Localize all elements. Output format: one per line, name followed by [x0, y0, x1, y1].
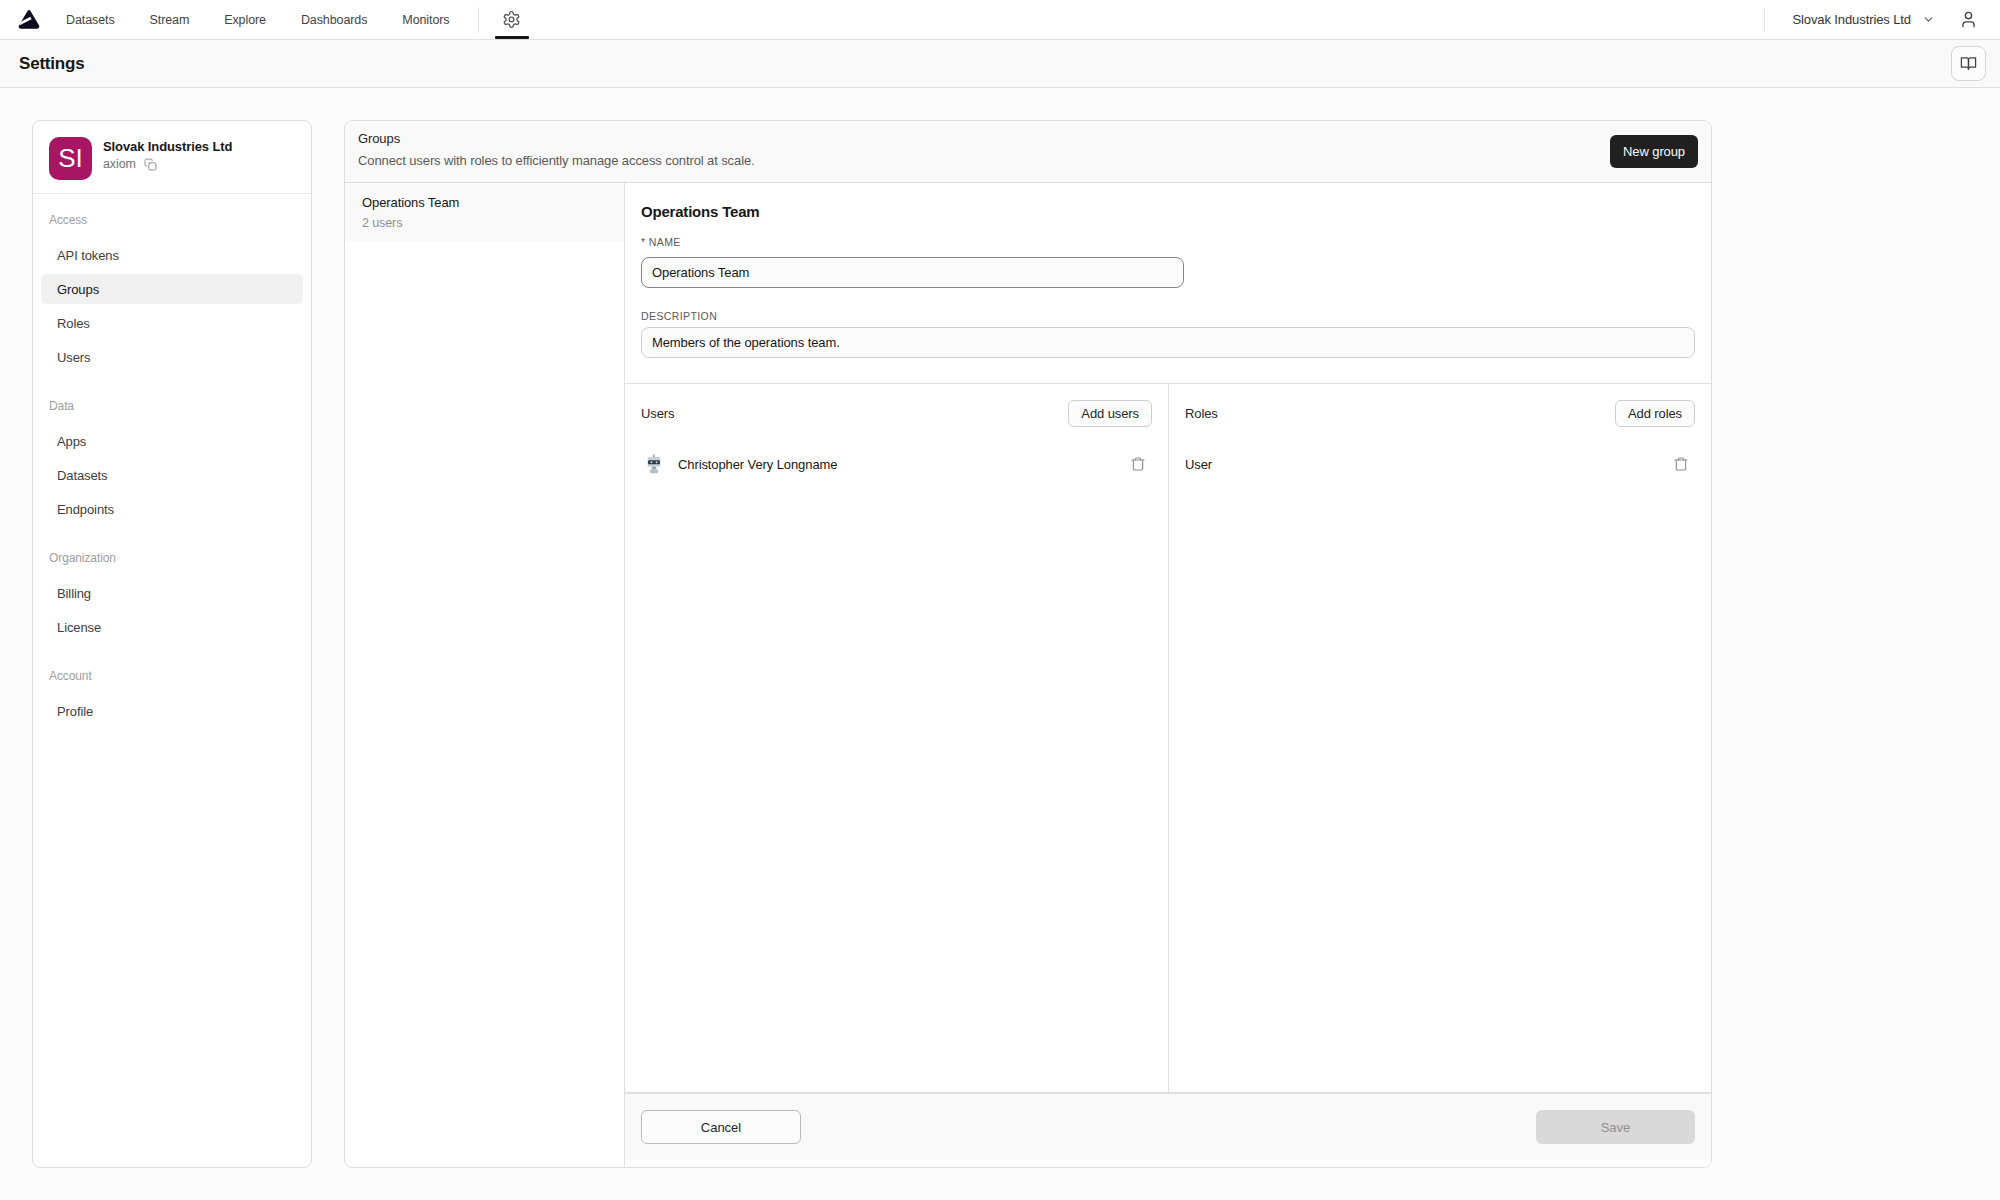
nav-section-access: Access [41, 210, 303, 230]
axiom-logo-icon[interactable] [18, 9, 40, 30]
org-header: SI Slovak Industries Ltd axiom [33, 121, 311, 194]
nav-section-organization: Organization [41, 548, 303, 568]
users-section: Users Add users Christo [625, 384, 1169, 1092]
group-item-name: Operations Team [362, 193, 607, 213]
sidebar-item-endpoints[interactable]: Endpoints [41, 494, 303, 524]
sidebar-item-profile[interactable]: Profile [41, 696, 303, 726]
description-input[interactable] [641, 327, 1695, 358]
remove-user-button[interactable] [1130, 456, 1146, 472]
role-name: User [1185, 457, 1673, 472]
docs-button[interactable] [1951, 46, 1986, 81]
trash-icon [1673, 456, 1689, 472]
user-menu-icon[interactable] [1959, 10, 1978, 29]
groups-panel-header: Groups Connect users with roles to effic… [345, 121, 1711, 183]
add-users-button[interactable]: Add users [1068, 400, 1152, 427]
group-item-meta: 2 users [362, 214, 607, 232]
sidebar-item-roles[interactable]: Roles [41, 308, 303, 338]
sidebar-item-api-tokens[interactable]: API tokens [41, 240, 303, 270]
nav-divider [478, 7, 479, 33]
add-roles-button[interactable]: Add roles [1615, 400, 1695, 427]
sidebar-item-billing[interactable]: Billing [41, 578, 303, 608]
settings-sidebar: SI Slovak Industries Ltd axiom Access AP… [32, 120, 312, 1168]
save-button[interactable]: Save [1536, 1110, 1695, 1144]
page-title: Settings [19, 54, 84, 74]
sidebar-item-license[interactable]: License [41, 612, 303, 642]
groups-subtitle: Connect users with roles to efficiently … [358, 153, 755, 169]
name-input[interactable] [641, 257, 1184, 288]
cancel-button[interactable]: Cancel [641, 1110, 801, 1144]
description-label: DESCRIPTION [641, 309, 1695, 323]
nav-right-divider [1764, 8, 1765, 32]
nav-item-monitors[interactable]: Monitors [402, 13, 449, 27]
groups-panel: Groups Connect users with roles to effic… [344, 120, 1712, 1168]
chevron-down-icon [1922, 13, 1935, 26]
trash-icon [1130, 456, 1146, 472]
copy-icon[interactable] [144, 158, 157, 171]
name-label: * NAME [641, 235, 1695, 249]
sidebar-item-apps[interactable]: Apps [41, 426, 303, 456]
nav-right: Slovak Industries Ltd [1764, 8, 1978, 32]
group-list-item[interactable]: Operations Team 2 users [345, 183, 624, 242]
nav-section-data: Data [41, 396, 303, 416]
remove-role-button[interactable] [1673, 456, 1689, 472]
new-group-button[interactable]: New group [1610, 135, 1698, 168]
org-avatar: SI [49, 137, 92, 180]
nav-tab-settings[interactable] [502, 0, 521, 39]
footer-strip [625, 1160, 1711, 1167]
users-section-title: Users [641, 406, 674, 421]
user-avatar [643, 453, 665, 475]
org-switcher-label: Slovak Industries Ltd [1792, 12, 1911, 27]
org-name: Slovak Industries Ltd [103, 139, 232, 154]
form-footer: Cancel Save [625, 1093, 1711, 1160]
group-detail: Operations Team * NAME DESCRIPTION Users… [625, 183, 1711, 1167]
title-bar: Settings [0, 40, 2000, 88]
nav-item-datasets[interactable]: Datasets [66, 13, 115, 27]
sidebar-item-groups[interactable]: Groups [41, 274, 303, 304]
roles-section-title: Roles [1185, 406, 1218, 421]
book-open-icon [1960, 55, 1977, 72]
top-nav: Datasets Stream Explore Dashboards Monit… [0, 0, 2000, 40]
org-slug: axiom [103, 157, 136, 171]
settings-nav: Access API tokens Groups Roles Users Dat… [33, 194, 311, 742]
group-list: Operations Team 2 users [345, 183, 625, 1167]
roles-section: Roles Add roles User [1169, 384, 1711, 1092]
active-tab-underline [495, 36, 529, 39]
gear-icon [502, 10, 521, 29]
user-row: Christopher Very Longname [641, 453, 1152, 475]
nav-item-dashboards[interactable]: Dashboards [301, 13, 367, 27]
sidebar-item-datasets[interactable]: Datasets [41, 460, 303, 490]
nav-links: Datasets Stream Explore Dashboards Monit… [66, 13, 449, 27]
org-switcher[interactable]: Slovak Industries Ltd [1792, 12, 1935, 27]
user-name: Christopher Very Longname [678, 457, 1130, 472]
nav-section-account: Account [41, 666, 303, 686]
sidebar-item-users[interactable]: Users [41, 342, 303, 372]
groups-title: Groups [358, 131, 755, 147]
role-row: User [1185, 453, 1695, 475]
nav-item-explore[interactable]: Explore [224, 13, 266, 27]
nav-item-stream[interactable]: Stream [150, 13, 190, 27]
group-detail-title: Operations Team [641, 201, 1695, 223]
